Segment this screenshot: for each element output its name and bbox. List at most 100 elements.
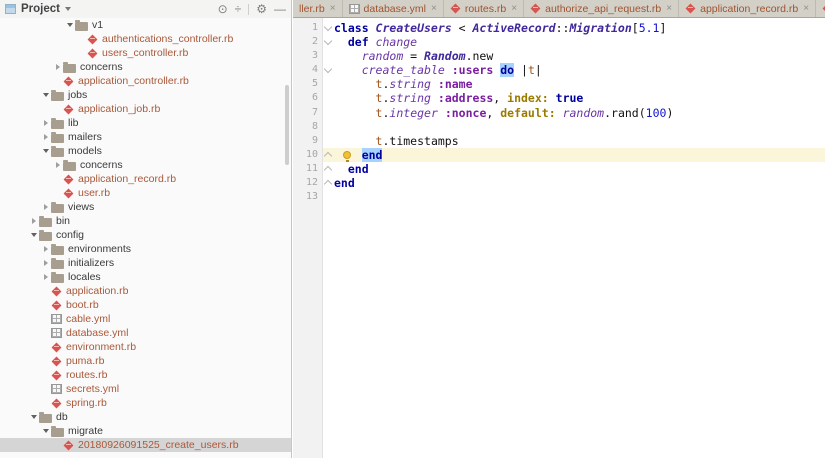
tab-close-icon[interactable]: ×	[431, 3, 437, 14]
tree-item-environment-rb[interactable]: environment.rb	[0, 340, 291, 354]
tree-expand-arrow-icon[interactable]	[43, 204, 48, 210]
code-line-2[interactable]: 2 def change	[293, 35, 825, 49]
collapse-all-icon[interactable]: ÷	[235, 3, 242, 15]
tree-item-routes-rb[interactable]: routes.rb	[0, 368, 291, 382]
editor-tab-ller-rb[interactable]: ller.rb ×	[293, 0, 343, 17]
tree-item-boot-rb[interactable]: boot.rb	[0, 298, 291, 312]
tree-item-authentications-controller-rb[interactable]: authentications_controller.rb	[0, 32, 291, 46]
yaml-file-icon	[348, 3, 360, 14]
tree-item-models[interactable]: models	[0, 144, 291, 158]
editor-tab-authorize-api-request-rb[interactable]: authorize_api_request.rb ×	[524, 0, 680, 17]
locate-file-icon[interactable]: ⊙	[218, 3, 228, 15]
tree-item-spring-rb[interactable]: spring.rb	[0, 396, 291, 410]
code-line-3[interactable]: 3 random = Random.new	[293, 49, 825, 63]
tree-item-concerns[interactable]: concerns	[0, 158, 291, 172]
tree-item-mailers[interactable]: mailers	[0, 130, 291, 144]
tree-item-views[interactable]: views	[0, 200, 291, 214]
tree-item-initializers[interactable]: initializers	[0, 256, 291, 270]
tab-close-icon[interactable]: ×	[803, 3, 809, 14]
code-line-4[interactable]: 4 create_table :users do |t|	[293, 63, 825, 78]
tree-collapse-arrow-icon[interactable]	[66, 23, 73, 27]
tab-close-icon[interactable]: ×	[511, 3, 517, 14]
code-line-10[interactable]: 10 end	[293, 147, 825, 162]
ruby-file-icon	[450, 3, 461, 14]
tree-expand-arrow-icon[interactable]	[43, 274, 48, 280]
code-line-13[interactable]: 13	[293, 190, 825, 204]
tree-collapse-arrow-icon[interactable]	[30, 415, 37, 419]
fold-close-icon[interactable]	[323, 165, 333, 175]
editor-tab-database-yml[interactable]: database.yml ×	[343, 0, 444, 17]
tree-item-migrate[interactable]: migrate	[0, 424, 291, 438]
tree-item-label: concerns	[80, 159, 123, 171]
line-number: 12	[305, 177, 318, 189]
tree-expand-arrow-icon[interactable]	[43, 134, 48, 140]
tree-item-jobs[interactable]: jobs	[0, 88, 291, 102]
fold-close-icon[interactable]	[323, 179, 333, 189]
project-scrollbar[interactable]	[285, 85, 289, 165]
tree-item-lib[interactable]: lib	[0, 116, 291, 130]
fold-open-icon[interactable]	[323, 65, 333, 74]
tree-item-application-controller-rb[interactable]: application_controller.rb	[0, 74, 291, 88]
folder-icon	[51, 257, 64, 269]
fold-open-icon[interactable]	[323, 36, 333, 46]
ruby-file-icon	[87, 34, 98, 45]
code-line-5[interactable]: 5 t.string :name	[293, 77, 825, 91]
editor[interactable]: 1 class CreateUsers < ActiveRecord::Migra…	[293, 18, 825, 458]
folder-icon	[51, 131, 64, 143]
fold-open-icon[interactable]	[323, 22, 333, 32]
hide-panel-icon[interactable]: —	[274, 3, 286, 15]
tree-item-label: routes.rb	[66, 369, 108, 381]
tree-item-concerns[interactable]: concerns	[0, 60, 291, 74]
tree-expand-arrow-icon[interactable]	[55, 64, 60, 70]
editor-tab-applicatio[interactable]: applicatio	[816, 0, 825, 17]
project-panel-header: Project ⊙ ÷ ⚙ —	[0, 0, 291, 18]
code-line-12[interactable]: 12 end	[293, 176, 825, 190]
tree-item-application-job-rb[interactable]: application_job.rb	[0, 102, 291, 116]
tree-item-database-yml[interactable]: database.yml	[0, 326, 291, 340]
tree-collapse-arrow-icon[interactable]	[42, 149, 49, 153]
tree-item-user-rb[interactable]: user.rb	[0, 186, 291, 200]
tree-item-db[interactable]: db	[0, 410, 291, 424]
code-text: t.string :address, index: true	[375, 91, 584, 106]
tree-item-application-record-rb[interactable]: application_record.rb	[0, 172, 291, 186]
ruby-file-icon	[63, 174, 74, 185]
tree-item-puma-rb[interactable]: puma.rb	[0, 354, 291, 368]
tab-close-icon[interactable]: ×	[666, 3, 672, 14]
tree-item-config[interactable]: config	[0, 228, 291, 242]
tree-expand-arrow-icon[interactable]	[43, 260, 48, 266]
tree-item-v1[interactable]: v1	[0, 18, 291, 32]
tree-item-20180926091525-create-users-rb[interactable]: 20180926091525_create_users.rb	[0, 438, 291, 452]
tree-collapse-arrow-icon[interactable]	[30, 233, 37, 237]
tree-item-secrets-yml[interactable]: secrets.yml	[0, 382, 291, 396]
settings-gear-icon[interactable]: ⚙	[256, 3, 267, 15]
tree-collapse-arrow-icon[interactable]	[42, 93, 49, 97]
code-line-9[interactable]: 9 t.timestamps	[293, 134, 825, 148]
tree-item-locales[interactable]: locales	[0, 270, 291, 284]
code-line-7[interactable]: 7 t.integer :nonce, default: random.rand…	[293, 106, 825, 120]
tree-item-label: application_job.rb	[78, 103, 161, 115]
tree-item-environments[interactable]: environments	[0, 242, 291, 256]
code-line-1[interactable]: 1 class CreateUsers < ActiveRecord::Migra…	[293, 21, 825, 35]
tree-item-application-rb[interactable]: application.rb	[0, 284, 291, 298]
tree-expand-arrow-icon[interactable]	[55, 162, 60, 168]
code-line-11[interactable]: 11 end	[293, 162, 825, 176]
yaml-file-icon	[51, 314, 62, 324]
tree-expand-arrow-icon[interactable]	[31, 218, 36, 224]
tab-close-icon[interactable]: ×	[330, 3, 336, 14]
editor-tab-application-record-rb[interactable]: application_record.rb ×	[679, 0, 817, 17]
tab-label: authorize_api_request.rb	[545, 2, 662, 15]
tree-item-users-controller-rb[interactable]: users_controller.rb	[0, 46, 291, 60]
tree-item-label: authentications_controller.rb	[102, 33, 234, 45]
code-line-8[interactable]: 8	[293, 120, 825, 134]
tree-expand-arrow-icon[interactable]	[43, 246, 48, 252]
chevron-down-icon[interactable]	[65, 7, 71, 11]
tree-expand-arrow-icon[interactable]	[43, 120, 48, 126]
tree-item-bin[interactable]: bin	[0, 214, 291, 228]
tree-collapse-arrow-icon[interactable]	[42, 429, 49, 433]
ruby-file-icon	[51, 398, 62, 409]
code-line-6[interactable]: 6 t.string :address, index: true	[293, 91, 825, 105]
tree-item-cable-yml[interactable]: cable.yml	[0, 312, 291, 326]
editor-tab-routes-rb[interactable]: routes.rb ×	[444, 0, 525, 17]
project-panel-title[interactable]: Project	[21, 3, 60, 15]
tree-item-label: migrate	[68, 425, 104, 437]
